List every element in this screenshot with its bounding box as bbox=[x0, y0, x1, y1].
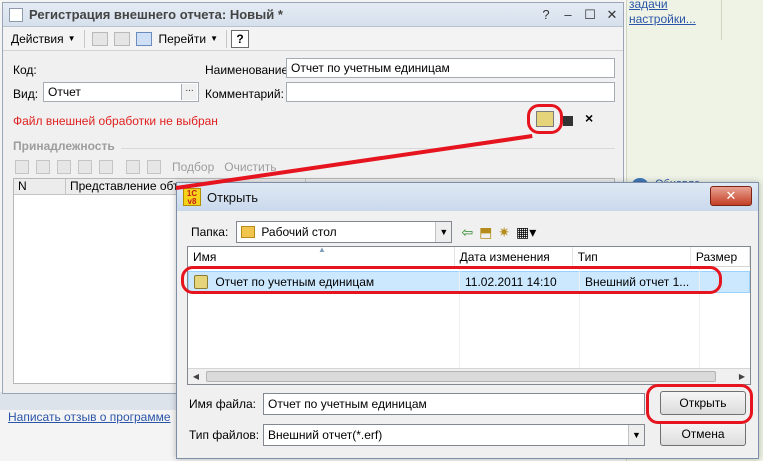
maximize-icon[interactable]: ☐ bbox=[579, 7, 601, 23]
actions-menu[interactable]: Действия ▼ bbox=[7, 29, 80, 49]
annotation-open-button bbox=[646, 384, 753, 424]
feedback-link[interactable]: Написать отзыв о программе bbox=[8, 410, 171, 424]
kind-field[interactable]: Отчет ... bbox=[43, 82, 199, 102]
chevron-down-icon: ▼ bbox=[67, 34, 76, 43]
window-title: Регистрация внешнего отчета: Новый * bbox=[29, 7, 283, 22]
sort-asc-icon[interactable] bbox=[78, 160, 92, 174]
minimize-icon[interactable]: – bbox=[557, 7, 579, 23]
close-icon[interactable]: ✕ bbox=[601, 7, 623, 23]
load-icon[interactable] bbox=[126, 160, 140, 174]
folder-label: Папка: bbox=[191, 225, 229, 239]
copy-row-icon[interactable] bbox=[36, 160, 50, 174]
save-table-icon[interactable] bbox=[147, 160, 161, 174]
chevron-down-icon[interactable]: ▼ bbox=[435, 222, 452, 242]
name-field[interactable]: Отчет по учетным единицам bbox=[286, 58, 615, 78]
code-label: Код: bbox=[13, 63, 37, 77]
kind-value: Отчет bbox=[48, 85, 81, 99]
belonging-section-label: Принадлежность bbox=[13, 139, 115, 153]
help-icon[interactable]: ? bbox=[535, 7, 557, 23]
comment-label: Комментарий: bbox=[205, 87, 284, 101]
dialog-title: Открыть bbox=[207, 189, 259, 205]
folder-icon bbox=[241, 226, 256, 238]
edit-row-icon[interactable] bbox=[57, 160, 71, 174]
folder-value: Рабочий стол bbox=[261, 225, 337, 239]
annotation-file-row bbox=[181, 266, 722, 294]
col-type[interactable]: Тип bbox=[573, 247, 691, 266]
copy-icon[interactable] bbox=[113, 31, 130, 46]
filetype-select[interactable]: Внешний отчет(*.erf) ▼ bbox=[263, 424, 645, 446]
1c-logo-icon: 1С v8 bbox=[183, 188, 201, 206]
belonging-toolbar: Подбор Очистить bbox=[15, 160, 277, 174]
filename-input[interactable]: Отчет по учетным единицам bbox=[263, 393, 645, 415]
panel-divider bbox=[721, 0, 722, 40]
registration-toolbar: Действия ▼ Перейти ▼ ? bbox=[3, 27, 623, 51]
goto-label: Перейти bbox=[158, 31, 207, 46]
file-error-message: Файл внешней обработки не выбран bbox=[13, 114, 218, 128]
folder-select[interactable]: Рабочий стол ▼ bbox=[236, 221, 453, 243]
scroll-right-icon[interactable]: ▶ bbox=[734, 369, 750, 384]
scroll-thumb[interactable] bbox=[206, 371, 716, 382]
col-n: N bbox=[14, 179, 66, 194]
col-date[interactable]: Дата изменения bbox=[455, 247, 573, 266]
up-folder-icon[interactable]: ⬒ bbox=[479, 224, 492, 241]
selection-button[interactable]: Подбор bbox=[172, 160, 214, 174]
save-file-icon[interactable] bbox=[563, 116, 573, 126]
chevron-down-icon: ▼ bbox=[210, 34, 218, 43]
save-close-icon[interactable] bbox=[91, 31, 108, 46]
chevron-down-icon[interactable]: ▼ bbox=[628, 425, 644, 445]
col-name[interactable]: Имя ▲ bbox=[188, 247, 455, 266]
cancel-button[interactable]: Отмена bbox=[660, 422, 746, 446]
window-icon bbox=[9, 7, 23, 22]
col-name-label: Имя bbox=[193, 250, 217, 264]
goto-menu[interactable]: Перейти ▼ bbox=[155, 29, 222, 49]
add-row-icon[interactable] bbox=[15, 160, 29, 174]
help-button[interactable]: ? bbox=[230, 29, 249, 48]
dialog-title-bar: 1С v8 Открыть bbox=[177, 183, 758, 211]
scroll-left-icon[interactable]: ◀ bbox=[188, 369, 204, 384]
view-menu-icon[interactable]: ▦▾ bbox=[516, 224, 536, 241]
back-icon[interactable]: ⇦ bbox=[461, 224, 473, 241]
kind-label: Вид: bbox=[13, 87, 39, 101]
sort-desc-icon[interactable] bbox=[99, 160, 113, 174]
toolbar-separator bbox=[225, 29, 227, 48]
filename-label: Имя файла: bbox=[189, 397, 256, 411]
filetype-value: Внешний отчет(*.erf) bbox=[268, 428, 383, 442]
section-divider bbox=[121, 148, 615, 149]
dialog-close-button[interactable]: ✕ bbox=[710, 186, 752, 206]
col-size[interactable]: Размер bbox=[691, 247, 750, 266]
horizontal-scrollbar[interactable]: ◀ ▶ bbox=[188, 368, 750, 384]
annotation-open-icon bbox=[527, 104, 563, 134]
registration-title-bar: Регистрация внешнего отчета: Новый * ? –… bbox=[3, 3, 623, 27]
new-folder-icon[interactable]: ✷ bbox=[498, 224, 510, 241]
file-list-header: Имя ▲ Дата изменения Тип Размер bbox=[188, 247, 750, 267]
name-label: Наименование: bbox=[205, 63, 292, 77]
sort-arrow-icon: ▲ bbox=[318, 246, 326, 254]
select-button[interactable]: ... bbox=[181, 84, 197, 100]
goto-icon[interactable] bbox=[135, 31, 152, 46]
settings-link[interactable]: настройки... bbox=[629, 12, 696, 26]
folder-row: Папка: Рабочий стол ▼ ⇦ ⬒ ✷ ▦▾ bbox=[191, 221, 539, 243]
comment-field[interactable] bbox=[286, 82, 615, 102]
tasks-link[interactable]: задачи bbox=[629, 0, 668, 11]
filetype-label: Тип файлов: bbox=[189, 428, 260, 442]
actions-label: Действия bbox=[11, 31, 64, 46]
toolbar-separator bbox=[83, 29, 85, 48]
clear-file-icon[interactable]: × bbox=[585, 110, 593, 126]
